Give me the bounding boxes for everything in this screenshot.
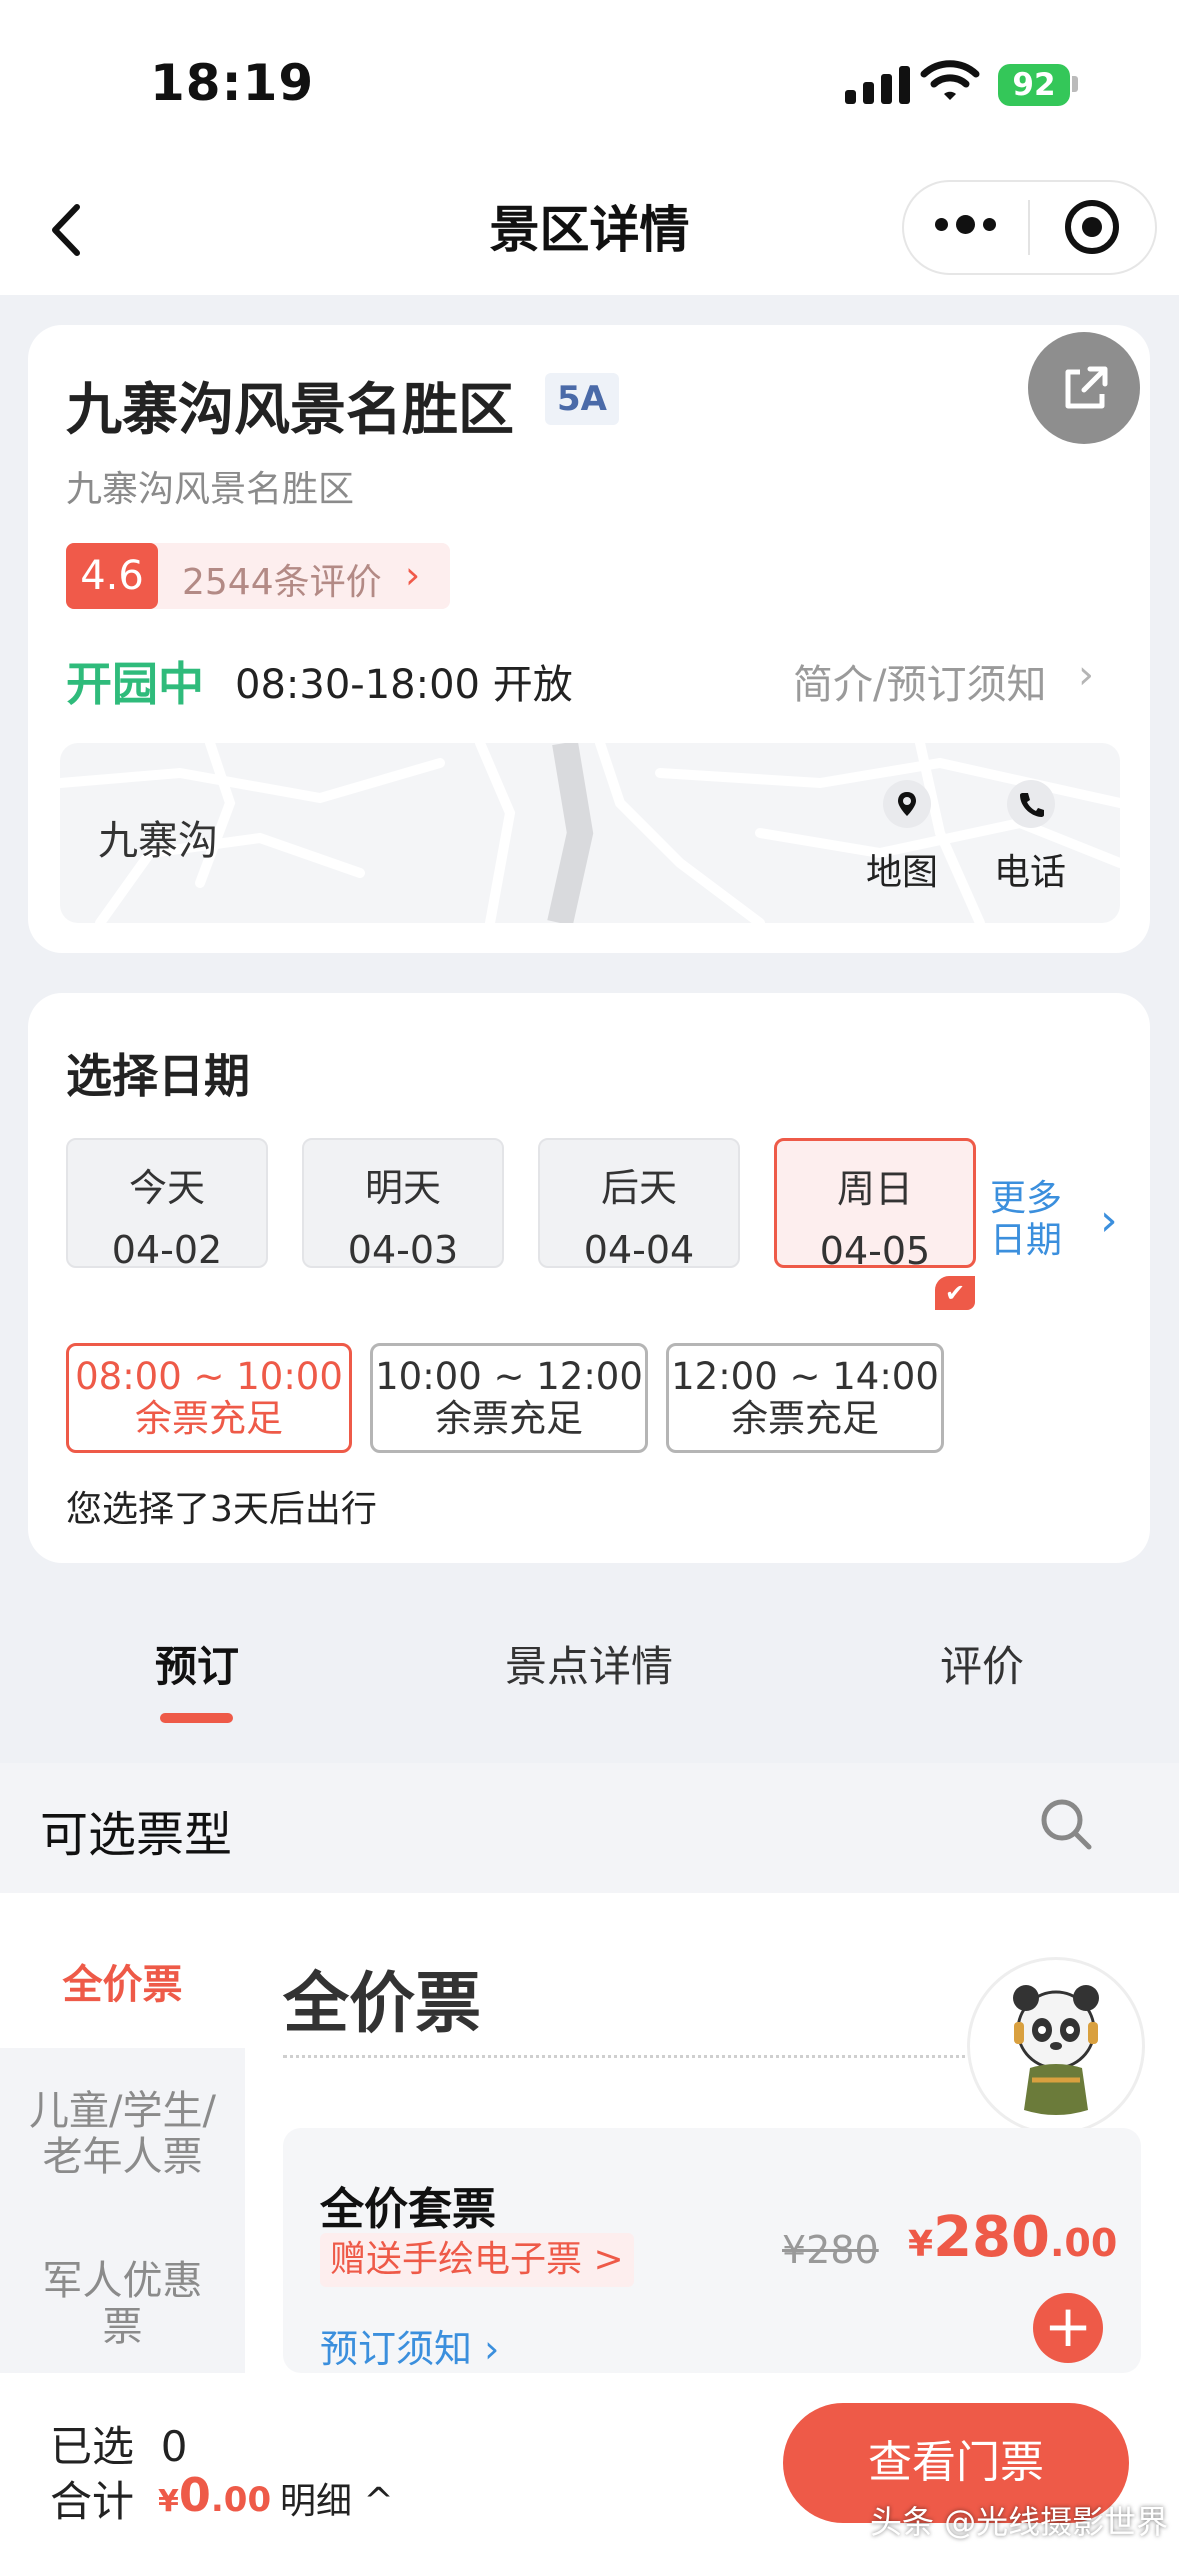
- date-day-label: 今天: [128, 1166, 205, 1210]
- battery-tip: [1072, 76, 1078, 92]
- grade-badge: 5A: [545, 373, 619, 425]
- gift-badge[interactable]: 赠送手绘电子票 >: [320, 2233, 634, 2287]
- section-title: 全价票: [283, 1965, 481, 2042]
- ticket-name: 全价套票: [320, 2184, 496, 2235]
- ticket-price: ¥280.00: [908, 2205, 1117, 2270]
- battery-icon: 92: [998, 64, 1070, 106]
- date-value: 04-04: [583, 1228, 695, 1272]
- date-option[interactable]: 今天 04-02: [66, 1138, 268, 1272]
- section-divider: [283, 2055, 1063, 2058]
- slot-status: 余票充足: [731, 1397, 879, 1440]
- selected-value: 0: [160, 2422, 188, 2471]
- sidebar-item-military[interactable]: 军人优惠票: [0, 2258, 245, 2350]
- map-label[interactable]: 地图: [866, 843, 938, 895]
- status-time: 18:19: [150, 54, 315, 112]
- wifi-icon: [920, 60, 980, 100]
- intro-link[interactable]: 简介/预订须知: [793, 652, 1046, 710]
- time-slot[interactable]: 12:00 ~ 14:00 余票充足: [666, 1343, 944, 1453]
- booking-notice-label: 预订须知: [320, 2327, 473, 2371]
- date-day-label: 周日: [836, 1167, 913, 1211]
- scenic-name: 九寨沟风景名胜区: [66, 378, 514, 443]
- travel-note: 您选择了3天后出行: [66, 1489, 377, 1530]
- chevron-right-icon: ›: [484, 2327, 500, 2371]
- date-section-title: 选择日期: [66, 1049, 250, 1103]
- chevron-right-icon: ›: [405, 553, 421, 597]
- scenic-subtitle: 九寨沟风景名胜区: [66, 469, 355, 510]
- add-ticket-button[interactable]: +: [1033, 2293, 1103, 2363]
- total-decimal: .00: [210, 2480, 272, 2520]
- slot-status: 余票充足: [435, 1397, 583, 1440]
- check-icon: ✔: [935, 1276, 975, 1310]
- opening-hours: 08:30-18:00 开放: [235, 662, 573, 708]
- active-tab-indicator: [160, 1713, 233, 1723]
- slot-status: 余票充足: [135, 1397, 283, 1440]
- phone-label[interactable]: 电话: [994, 843, 1066, 895]
- sidebar-item-discount[interactable]: 儿童/学生/老年人票: [0, 2088, 245, 2180]
- booking-notice-link[interactable]: 预订须知 ›: [320, 2318, 499, 2373]
- selected-label: 已选: [50, 2422, 135, 2471]
- share-icon: [1065, 366, 1108, 409]
- time-slot[interactable]: 10:00 ~ 12:00 余票充足: [370, 1343, 648, 1453]
- date-value: 04-03: [347, 1228, 459, 1272]
- tab-attraction-details[interactable]: 景点详情: [505, 1633, 673, 1694]
- price-decimal: .00: [1049, 2221, 1118, 2265]
- total-currency: ¥: [158, 2484, 179, 2519]
- chevron-up-icon: ^: [363, 2481, 394, 2522]
- phone-icon[interactable]: [1007, 780, 1055, 828]
- map-location-name: 九寨沟: [98, 818, 218, 864]
- slot-time: 10:00 ~ 12:00: [375, 1355, 643, 1398]
- sidebar-item-full-price[interactable]: 全价票: [0, 1962, 245, 2008]
- review-count: 2544条评价: [182, 562, 382, 603]
- time-slot-selected[interactable]: 08:00 ~ 10:00 余票充足: [66, 1343, 352, 1453]
- more-dates-line2: 日期: [990, 1220, 1063, 1261]
- price-currency: ¥: [908, 2224, 934, 2265]
- date-day-label: 后天: [600, 1166, 677, 1210]
- chevron-right-icon[interactable]: ›: [1100, 1195, 1118, 1246]
- total-label: 合计: [50, 2477, 135, 2526]
- tab-reviews[interactable]: 评价: [940, 1633, 1024, 1694]
- panda-mascot-icon[interactable]: [967, 1957, 1145, 2135]
- date-option[interactable]: 后天 04-04: [538, 1138, 740, 1272]
- tab-booking[interactable]: 预订: [155, 1633, 239, 1694]
- detail-toggle[interactable]: 明细 ^: [280, 2472, 394, 2524]
- date-option[interactable]: 明天 04-03: [302, 1138, 504, 1272]
- signal-icon: [845, 64, 910, 104]
- close-mini-program-icon[interactable]: [1065, 200, 1119, 254]
- rating-score: 4.6: [66, 543, 158, 609]
- open-status: 开园中: [66, 657, 204, 711]
- date-value: 04-02: [111, 1228, 223, 1272]
- total-price: ¥0.00: [158, 2468, 271, 2522]
- more-dates-line1: 更多: [990, 1178, 1063, 1219]
- date-value: 04-05: [819, 1229, 931, 1273]
- map-pin-icon[interactable]: [883, 780, 931, 828]
- share-button[interactable]: [1028, 332, 1140, 444]
- capsule-divider: [1028, 200, 1030, 255]
- slot-time: 12:00 ~ 14:00: [671, 1355, 939, 1398]
- date-option-selected[interactable]: 周日 04-05: [774, 1138, 976, 1273]
- chevron-right-icon: ›: [1078, 652, 1094, 698]
- more-dates-link[interactable]: 更多 日期: [990, 1178, 1070, 1262]
- detail-label: 明细: [280, 2481, 353, 2522]
- price-integer: 280: [933, 2205, 1050, 2270]
- date-day-label: 明天: [364, 1166, 441, 1210]
- map-preview[interactable]: [60, 743, 1120, 923]
- more-options-icon[interactable]: [935, 215, 996, 234]
- map-roads: [60, 743, 1120, 923]
- ticket-types-title: 可选票型: [40, 1807, 233, 1863]
- slot-time: 08:00 ~ 10:00: [75, 1355, 343, 1398]
- total-integer: 0: [178, 2468, 211, 2522]
- search-icon[interactable]: [1037, 1795, 1097, 1855]
- original-price: ¥280: [782, 2228, 879, 2272]
- watermark: 头条 @光线摄影世界: [870, 2503, 1169, 2541]
- selected-count: 已选 0: [50, 2413, 187, 2474]
